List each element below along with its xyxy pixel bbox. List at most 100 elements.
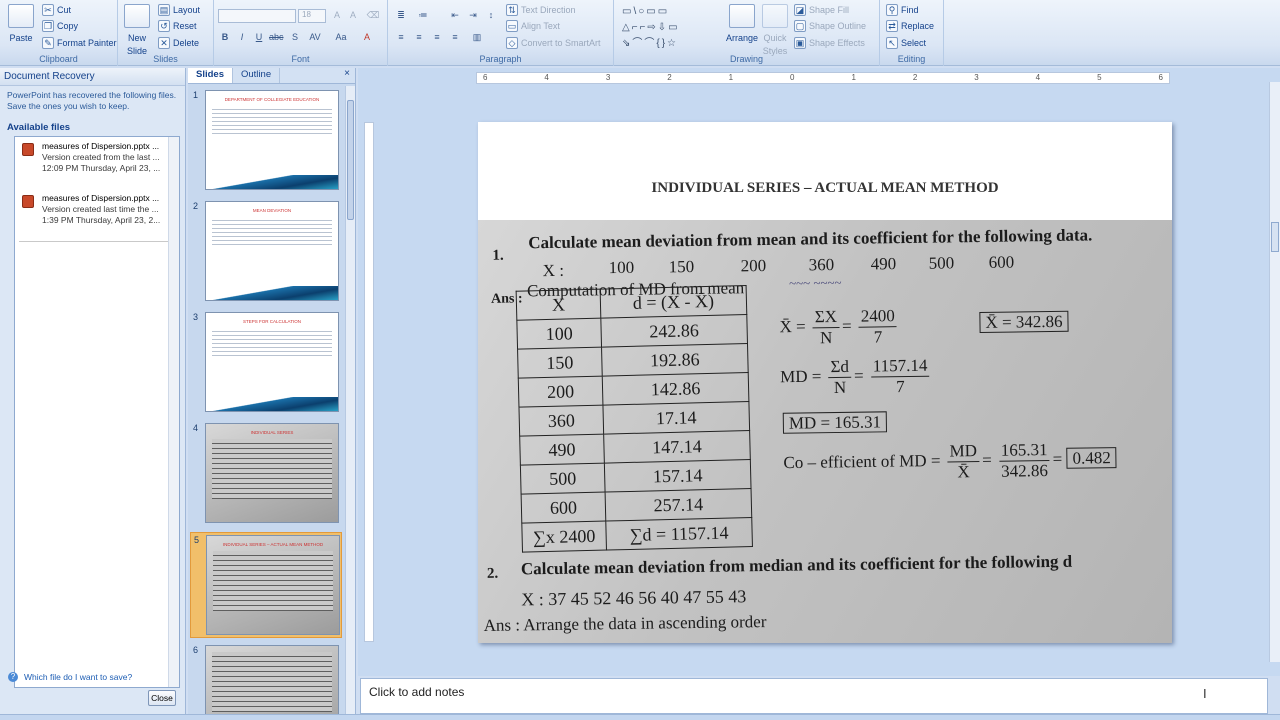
cut-button[interactable]: ✂ Cut xyxy=(42,4,71,16)
slide-title[interactable]: INDIVIDUAL SERIES – ACTUAL MEAN METHOD xyxy=(478,180,1172,197)
decrease-indent-button[interactable]: ⇤ xyxy=(448,9,462,23)
editing-label: Editing xyxy=(897,54,926,64)
font-color-button[interactable]: A xyxy=(360,31,374,45)
justify-button[interactable]: ≡ xyxy=(448,31,462,45)
italic-button[interactable]: I xyxy=(235,31,249,45)
x-value: 360 xyxy=(808,255,835,275)
replace-button[interactable]: ⇄ Replace xyxy=(886,20,934,32)
ruler-tick: 2 xyxy=(667,73,672,82)
recovery-message: PowerPoint has recovered the following f… xyxy=(7,90,177,111)
slide-number: 4 xyxy=(193,423,199,433)
align-right-button[interactable]: ≡ xyxy=(430,31,444,45)
recovered-file-item[interactable]: measures of Dispersion.pptx ... Version … xyxy=(15,189,179,241)
outline-icon: ▢ xyxy=(794,20,806,32)
line-spacing-button[interactable]: ↕ xyxy=(484,9,498,23)
shape-effects-button[interactable]: ▣ Shape Effects xyxy=(794,37,865,49)
scroll-thumb[interactable] xyxy=(347,100,354,220)
shape-outline-button[interactable]: ▢ Shape Outline xyxy=(794,20,866,32)
question-2-values: X : 37 45 52 46 56 40 47 55 43 xyxy=(521,586,747,610)
ruler-tick: 4 xyxy=(1035,73,1041,82)
table-cell: 150 xyxy=(517,347,603,379)
shapes-gallery[interactable]: ▭\○▭▭ △⌐⌐⇨⇩▭ ⇘⌒⌒{}☆ xyxy=(622,4,718,52)
text-direction-button[interactable]: ⇅ Text Direction xyxy=(506,4,576,16)
shrink-font-button[interactable]: A xyxy=(346,9,360,23)
find-button[interactable]: ⚲ Find xyxy=(886,4,919,16)
slide-thumbnail-5[interactable]: 5 INDIVIDUAL SERIES – ACTUAL MEAN METHOD xyxy=(190,532,342,638)
align-left-button[interactable]: ≡ xyxy=(394,31,408,45)
notes-placeholder[interactable]: Click to add notes xyxy=(369,685,464,699)
arrange-button[interactable]: Arrange xyxy=(726,4,758,43)
delete-icon: ✕ xyxy=(158,37,170,49)
new-slide-button[interactable]: New Slide xyxy=(124,4,150,56)
ruler-tick: 3 xyxy=(974,73,979,82)
strikethrough-button[interactable]: abc xyxy=(269,31,284,45)
reset-button[interactable]: ↺ Reset xyxy=(158,20,197,32)
format-painter-button[interactable]: ✎ Format Painter xyxy=(42,37,117,49)
help-link[interactable]: ? Which file do I want to save? xyxy=(8,672,132,682)
slides-scrollbar[interactable] xyxy=(345,86,355,714)
font-size-combo[interactable]: 18 xyxy=(298,9,326,23)
slide-thumbnail-4[interactable]: 4 INDIVIDUAL SERIES xyxy=(190,421,342,527)
slide-thumbnail-3[interactable]: 3 STEPS FOR CALCULATION xyxy=(190,310,342,416)
recovery-list-scrollbar[interactable] xyxy=(168,137,179,687)
shadow-button[interactable]: S xyxy=(288,31,302,45)
slide-preview-body xyxy=(212,652,332,712)
slide-preview-swoosh xyxy=(206,175,338,189)
slide-thumbnail-2[interactable]: 2 MEAN DEVIATION xyxy=(190,199,342,305)
underline-button[interactable]: U xyxy=(252,31,266,45)
copy-button[interactable]: ❐ Copy xyxy=(42,20,78,32)
bullets-button[interactable]: ≣ xyxy=(394,9,408,23)
table-cell: 242.86 xyxy=(600,314,748,348)
ruler-tick: 1 xyxy=(851,73,856,82)
editor-scrollbar[interactable] xyxy=(1269,82,1280,662)
slide-thumbnail-6[interactable]: 6 xyxy=(190,643,342,714)
divider xyxy=(19,241,175,242)
quick-styles-button[interactable]: Quick Styles xyxy=(762,4,788,56)
slide-number: 5 xyxy=(194,535,200,545)
columns-button[interactable]: ▥ xyxy=(470,31,484,45)
table-cell: 490 xyxy=(519,434,605,466)
horizontal-ruler: 6 4 3 2 1 0 1 2 3 4 5 6 xyxy=(476,72,1170,84)
recovery-close-button[interactable]: Close xyxy=(148,690,176,706)
x-value: 100 xyxy=(608,257,635,278)
clear-format-button[interactable]: ⌫ xyxy=(366,9,380,23)
ruler-tick: 3 xyxy=(605,73,611,82)
paste-button[interactable]: Paste xyxy=(8,4,34,43)
current-slide[interactable]: INDIVIDUAL SERIES – ACTUAL MEAN METHOD 1… xyxy=(478,122,1172,643)
delete-slide-button[interactable]: ✕ Delete xyxy=(158,37,199,49)
slide-preview-body xyxy=(212,439,332,499)
bold-button[interactable]: B xyxy=(218,31,232,45)
numbering-button[interactable]: ≔ xyxy=(416,9,430,23)
slide-preview-title: STEPS FOR CALCULATION xyxy=(243,319,301,324)
change-case-button[interactable]: Aa xyxy=(334,31,348,45)
scroll-thumb[interactable] xyxy=(1271,222,1279,252)
select-button[interactable]: ↖ Select xyxy=(886,37,926,49)
slide-photo[interactable]: 1. Calculate mean deviation from mean an… xyxy=(478,220,1172,643)
question-1-text: Calculate mean deviation from mean and i… xyxy=(528,225,1093,253)
font-name-combo[interactable] xyxy=(218,9,296,23)
char-spacing-button[interactable]: AV xyxy=(308,31,322,45)
tab-slides[interactable]: Slides xyxy=(188,68,233,83)
slide-number: 1 xyxy=(193,90,199,100)
mean-result: X̄ = 342.86 xyxy=(979,310,1069,334)
fill-icon: ◪ xyxy=(794,4,806,16)
slide-thumbnail-1[interactable]: 1 DEPARTMENT OF COLLEGIATE EDUCATION xyxy=(190,88,342,194)
tab-outline[interactable]: Outline xyxy=(233,68,281,83)
align-center-button[interactable]: ≡ xyxy=(412,31,426,45)
layout-button[interactable]: ▤ Layout xyxy=(158,4,200,16)
new-slide-icon xyxy=(124,4,150,28)
convert-smartart-button[interactable]: ◇ Convert to SmartArt xyxy=(506,37,601,49)
close-pane-icon[interactable]: × xyxy=(339,68,355,83)
font-group: 18 A A ⌫ B I U abc S AV Aa A Font xyxy=(214,0,388,66)
increase-indent-button[interactable]: ⇥ xyxy=(466,9,480,23)
notes-pane[interactable]: Click to add notes I xyxy=(360,678,1268,714)
recovered-file-item[interactable]: measures of Dispersion.pptx ... Version … xyxy=(15,137,179,189)
slide-preview-body xyxy=(212,217,332,247)
align-text-button[interactable]: ▭ Align Text xyxy=(506,20,560,32)
grow-font-button[interactable]: A xyxy=(330,9,344,23)
slide-preview-title: INDIVIDUAL SERIES – ACTUAL MEAN METHOD xyxy=(222,542,324,547)
font-label: Font xyxy=(291,54,310,64)
slide-preview-title: DEPARTMENT OF COLLEGIATE EDUCATION xyxy=(224,97,320,102)
shape-fill-button[interactable]: ◪ Shape Fill xyxy=(794,4,849,16)
select-icon: ↖ xyxy=(886,37,898,49)
